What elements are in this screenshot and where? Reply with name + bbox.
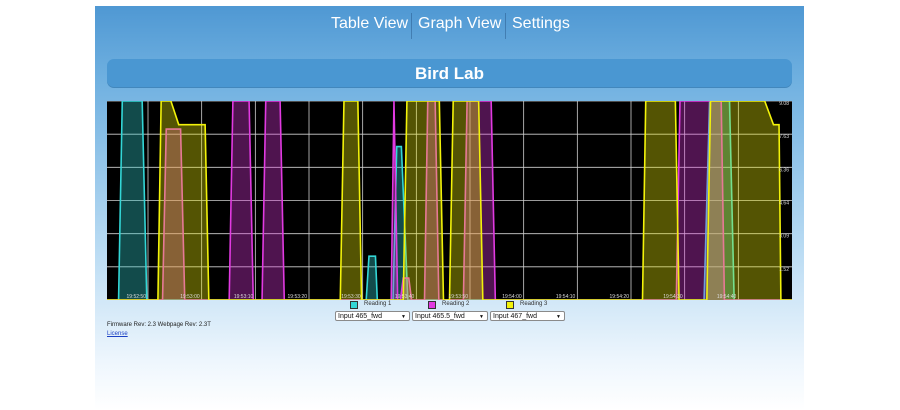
x-tick-label: 19:54:20: [610, 294, 630, 300]
y-tick-label: 4.64: [779, 201, 789, 207]
x-tick-label: 19:53:00: [180, 294, 200, 300]
chevron-down-icon: ▼: [556, 314, 561, 320]
nav-settings[interactable]: Settings: [512, 15, 570, 33]
input-select-reading-2[interactable]: Input 465.5_fwd ▼: [412, 311, 488, 321]
x-tick-label: 19:53:40: [395, 294, 415, 300]
readings-chart: 9.08 7.63 6.36 4.64 3.09 1.52 19:52:50 19:53:00…: [107, 101, 792, 300]
legend-label: Reading 3: [520, 301, 548, 307]
legend-swatch: [428, 301, 436, 309]
license-link[interactable]: License: [107, 331, 128, 337]
x-tick-label: 19:54:40: [717, 294, 737, 300]
x-tick-label: 19:53:30: [341, 294, 361, 300]
select-value: Input 465.5_fwd: [415, 313, 465, 320]
legend-swatch: [350, 301, 358, 309]
chart-legend: Reading 1 Reading 2 Reading 3: [95, 301, 804, 311]
legend-swatch: [506, 301, 514, 309]
input-select-reading-1[interactable]: Input 465_fwd ▼: [335, 311, 410, 321]
page-container: Table View Graph View Settings Bird Lab …: [95, 6, 804, 410]
nav-separator: [411, 13, 412, 39]
y-tick-label: 7.63: [779, 134, 789, 140]
legend-label: Reading 2: [442, 301, 470, 307]
y-tick-label: 6.36: [779, 167, 789, 173]
firmware-revision: Firmware Rev: 2.3 Webpage Rev: 2.3T: [107, 322, 211, 328]
select-value: Input 465_fwd: [338, 313, 382, 320]
nav-table-view[interactable]: Table View: [331, 15, 408, 33]
x-tick-label: 19:54:00: [502, 294, 522, 300]
nav-separator: [505, 13, 506, 39]
x-tick-label: 19:54:10: [556, 294, 576, 300]
chevron-down-icon: ▼: [479, 314, 484, 320]
nav-graph-view[interactable]: Graph View: [418, 15, 501, 33]
top-nav: Table View Graph View Settings: [95, 6, 804, 44]
input-select-reading-3[interactable]: Input 467_fwd ▼: [490, 311, 565, 321]
x-tick-label: 19:53:20: [288, 294, 308, 300]
y-tick-label: 9.08: [779, 101, 789, 107]
chevron-down-icon: ▼: [401, 314, 406, 320]
select-value: Input 467_fwd: [493, 313, 537, 320]
x-tick-label: 19:54:30: [663, 294, 683, 300]
y-tick-label: 1.52: [779, 267, 789, 273]
x-tick-label: 19:52:50: [127, 294, 147, 300]
x-tick-label: 19:53:10: [234, 294, 254, 300]
legend-label: Reading 1: [364, 301, 392, 307]
page-title: Bird Lab: [415, 64, 484, 83]
x-tick-label: 19:53:50: [449, 294, 469, 300]
page-title-banner: Bird Lab: [107, 59, 792, 88]
y-tick-label: 3.09: [779, 234, 789, 240]
